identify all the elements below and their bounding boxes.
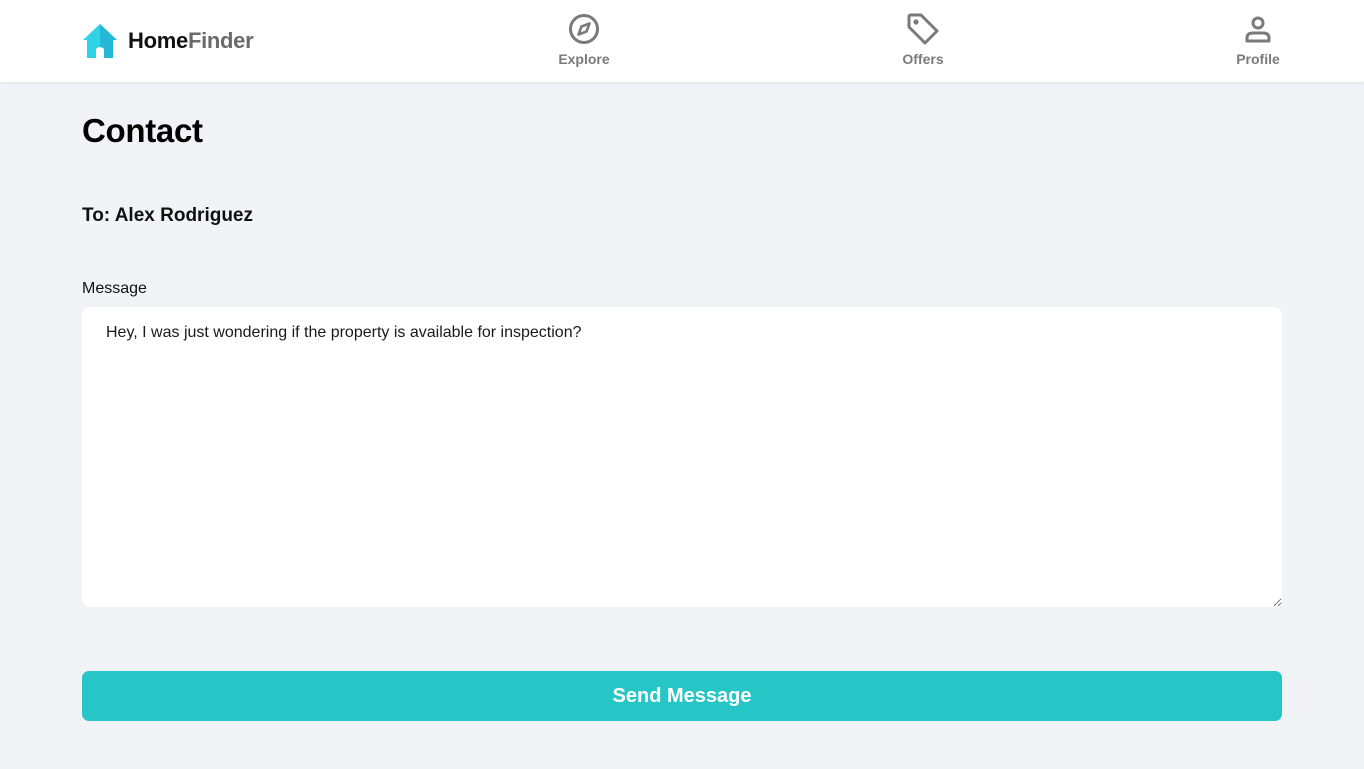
- nav-offers-label: Offers: [902, 51, 944, 67]
- nav-profile-label: Profile: [1236, 51, 1280, 67]
- tag-icon: [906, 12, 940, 46]
- nav-explore-label: Explore: [558, 51, 610, 67]
- brand-logo-link[interactable]: HomeFinder: [82, 22, 254, 60]
- brand-name: HomeFinder: [128, 28, 254, 53]
- nav-offers[interactable]: Offers: [878, 12, 968, 72]
- top-nav-bar: HomeFinder Explore Offers Profile: [0, 0, 1364, 82]
- compass-icon: [567, 12, 601, 46]
- message-label: Message: [82, 280, 147, 297]
- send-message-button[interactable]: Send Message: [82, 671, 1282, 721]
- nav-explore[interactable]: Explore: [539, 12, 629, 72]
- user-icon: [1241, 12, 1275, 46]
- house-icon: [82, 23, 118, 59]
- nav-profile[interactable]: Profile: [1213, 12, 1303, 72]
- recipient-line: To: Alex Rodriguez: [82, 205, 253, 226]
- message-textarea[interactable]: Hey, I was just wondering if the propert…: [82, 307, 1282, 607]
- page-title: Contact: [82, 112, 203, 149]
